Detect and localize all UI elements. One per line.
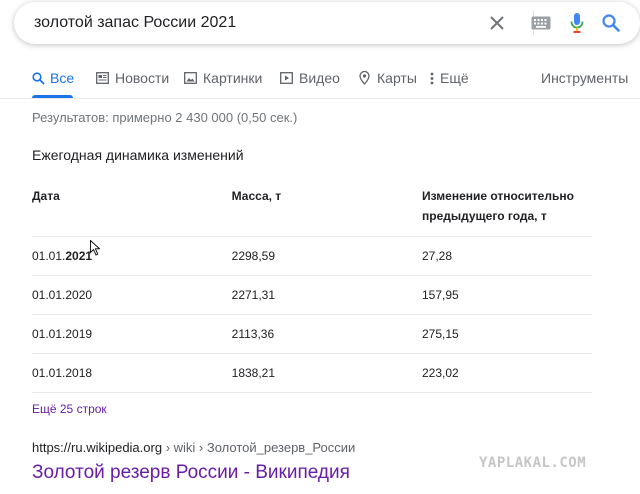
tab-label: Все [50, 70, 75, 86]
image-icon [182, 70, 198, 86]
tools-label: Инструменты [541, 70, 629, 86]
result-url[interactable]: https://ru.wikipedia.org › wiki › Золото… [32, 440, 355, 455]
cell-change: 27,28 [422, 235, 592, 275]
tab-news[interactable]: Новости [94, 70, 169, 98]
mouse-cursor-icon [90, 239, 101, 261]
snippet-title: Ежегодная динамика изменений [32, 147, 244, 163]
cell-change: 157,95 [422, 274, 592, 314]
column-header-change: Изменение относительно предыдущего года,… [422, 180, 592, 236]
table-row: 01.01.2021 2298,59 27,28 [32, 235, 592, 275]
cell-change: 275,15 [422, 313, 592, 353]
table-row: 01.01.2019 2113,36 275,15 [32, 313, 592, 353]
tools-button[interactable]: Инструменты [541, 70, 628, 98]
snippet-table: Дата Масса, т Изменение относительно пре… [32, 180, 592, 393]
watermark: YAPLAKAL.COM [479, 455, 587, 471]
tab-label: Картинки [203, 70, 263, 86]
more-rows-link[interactable]: Ещё 25 строк [32, 402, 107, 416]
column-header-mass: Масса, т [231, 189, 282, 203]
tab-label: Карты [377, 70, 417, 86]
search-icon [32, 70, 45, 86]
keyboard-icon[interactable] [530, 12, 552, 34]
video-icon [278, 70, 294, 86]
url-domain: https://ru.wikipedia.org [32, 440, 163, 455]
result-title-link[interactable]: Золотой резерв России - Википедия [32, 462, 350, 484]
tab-label: Видео [299, 70, 340, 86]
search-icon[interactable] [600, 12, 622, 34]
cell-mass: 2271,31 [231, 274, 422, 314]
search-box: золотой запас России 2021 [14, 2, 640, 44]
tab-label: Ещё [440, 70, 469, 86]
cell-change: 223,02 [422, 352, 592, 393]
cell-mass: 1838,21 [231, 352, 422, 393]
date-bold: 2021 [65, 248, 93, 263]
tab-all[interactable]: Все [32, 70, 75, 98]
microphone-icon[interactable] [566, 12, 588, 34]
more-vert-icon [428, 70, 436, 86]
cell-date: 01.01.2019 [32, 313, 232, 353]
table-header-row: Дата Масса, т Изменение относительно пре… [32, 180, 592, 236]
column-header-date: Дата [32, 189, 60, 203]
tab-video[interactable]: Видео [278, 70, 340, 98]
cell-date: 01.01.2020 [32, 274, 232, 314]
search-input[interactable]: золотой запас России 2021 [34, 14, 236, 32]
cell-mass: 2113,36 [231, 313, 422, 353]
clear-icon[interactable] [486, 12, 508, 34]
news-icon [94, 70, 110, 86]
tab-images[interactable]: Картинки [182, 70, 262, 98]
column-header-change-text: Изменение относительно предыдущего года,… [422, 189, 574, 223]
date-prefix: 01.01. [32, 248, 66, 263]
result-stats: Результатов: примерно 2 430 000 (0,50 се… [32, 110, 298, 125]
tab-more[interactable]: Ещё [428, 70, 469, 98]
cell-date: 01.01.2018 [32, 352, 232, 393]
cell-mass: 2298,59 [231, 235, 422, 275]
cell-date: 01.01.2021 [32, 235, 232, 275]
url-breadcrumb: › wiki › Золотой_резерв_России [162, 440, 356, 455]
tab-label: Новости [115, 70, 170, 86]
tabs-divider [0, 98, 640, 99]
table-row: 01.01.2018 1838,21 223,02 [32, 352, 592, 393]
table-row: 01.01.2020 2271,31 157,95 [32, 274, 592, 314]
search-tabs: Все Новости Картинки Видео Карты Ещё Инс… [0, 62, 640, 98]
map-pin-icon [356, 70, 372, 86]
tab-maps[interactable]: Карты [356, 70, 417, 98]
